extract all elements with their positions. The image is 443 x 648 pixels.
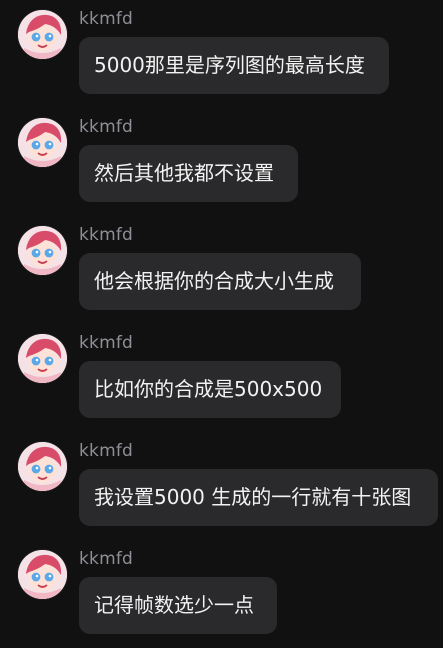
username: kkmfd [79, 333, 134, 353]
user-avatar-icon[interactable] [18, 334, 67, 383]
message-bubble: 5000那里是序列图的最高长度 [79, 37, 389, 94]
message-bubble: 他会根据你的合成大小生成 [79, 253, 361, 310]
message-bubble: 记得帧数选少一点 [79, 577, 277, 634]
chat-message: kkmfd 然后其他我都不设置 [0, 108, 443, 216]
user-avatar-icon[interactable] [18, 442, 67, 491]
message-bubble: 我设置5000 生成的一行就有十张图 [79, 469, 438, 526]
username: kkmfd [79, 549, 134, 569]
chat-message: kkmfd 我设置5000 生成的一行就有十张图 [0, 432, 443, 540]
user-avatar-icon[interactable] [18, 10, 67, 59]
username: kkmfd [79, 9, 134, 29]
user-avatar-icon[interactable] [18, 550, 67, 599]
message-bubble: 然后其他我都不设置 [79, 145, 298, 202]
chat-message-list: kkmfd 5000那里是序列图的最高长度 kkmfd 然后其他我都不设置 kk… [0, 0, 443, 648]
user-avatar-icon[interactable] [18, 226, 67, 275]
username: kkmfd [79, 117, 134, 137]
username: kkmfd [79, 441, 134, 461]
chat-message: kkmfd 他会根据你的合成大小生成 [0, 216, 443, 324]
user-avatar-icon[interactable] [18, 118, 67, 167]
chat-message: kkmfd 记得帧数选少一点 [0, 540, 443, 648]
chat-message: kkmfd 比如你的合成是500x500 [0, 324, 443, 432]
chat-message: kkmfd 5000那里是序列图的最高长度 [0, 0, 443, 108]
message-bubble: 比如你的合成是500x500 [79, 361, 341, 418]
username: kkmfd [79, 225, 134, 245]
